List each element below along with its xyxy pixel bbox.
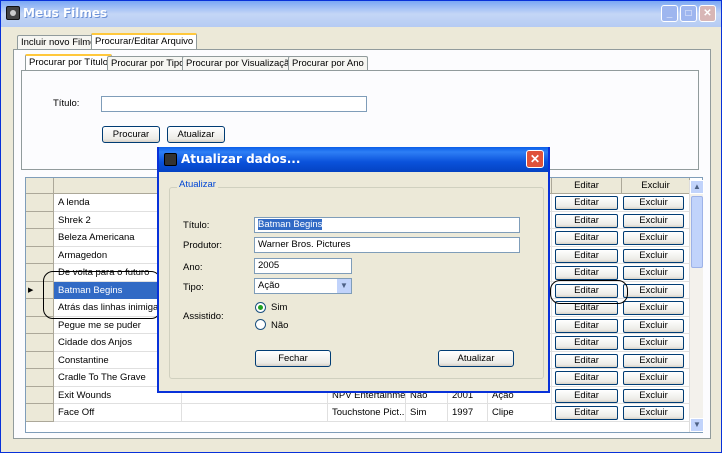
watched-no-label[interactable]: Não (271, 320, 288, 331)
window-title: Meus Filmes (23, 6, 108, 20)
grid-vertical-scrollbar[interactable]: ▲ ▼ (689, 180, 704, 432)
row-header[interactable] (26, 369, 54, 387)
scroll-thumb[interactable] (691, 196, 703, 268)
row-header[interactable] (26, 334, 54, 352)
watched-yes-label[interactable]: Sim (271, 302, 287, 313)
row-header[interactable] (26, 404, 54, 422)
edit-button[interactable]: Editar (555, 353, 618, 368)
dialog-title-label: Título: (183, 220, 210, 231)
dialog-title-value: Batman Begins (258, 219, 323, 230)
edit-button[interactable]: Editar (555, 406, 618, 420)
film-reel-icon (6, 6, 20, 20)
delete-button[interactable]: Excluir (623, 318, 684, 333)
dialog-update-button[interactable]: Atualizar (438, 350, 514, 367)
search-title-label: Título: (53, 98, 80, 109)
group-label: Atualizar (177, 179, 218, 190)
tab-procurar-editar-arquivo[interactable]: Procurar/Editar Arquivo (91, 33, 198, 50)
cell-producer[interactable]: Touchstone Pict... (328, 404, 406, 422)
row-header[interactable] (26, 351, 54, 369)
dialog-close-button[interactable]: ✕ (526, 150, 544, 168)
row-header[interactable] (26, 246, 54, 264)
grid-corner-header (26, 178, 54, 194)
delete-button[interactable]: Excluir (623, 353, 684, 368)
cell-type[interactable]: Clipe (488, 404, 552, 422)
annotation-circle-edit (550, 280, 628, 304)
search-button[interactable]: Procurar (102, 126, 160, 143)
scroll-up-arrow-icon[interactable]: ▲ (690, 180, 704, 194)
chevron-down-icon[interactable]: ▼ (336, 279, 351, 293)
watched-yes-radio[interactable] (255, 302, 266, 313)
watched-no-radio[interactable] (255, 319, 266, 330)
edit-button[interactable]: Editar (555, 371, 618, 385)
edit-button[interactable]: Editar (555, 213, 618, 228)
maximize-button[interactable]: □ (680, 5, 697, 22)
dialog-title-bar[interactable]: Atualizar dados... ✕ (159, 147, 548, 172)
year-input[interactable]: 2005 (254, 258, 352, 274)
delete-button[interactable]: Excluir (623, 406, 684, 420)
update-dialog: Atualizar dados... ✕ Atualizar Título: B… (157, 147, 550, 393)
edit-button[interactable]: Editar (555, 388, 618, 403)
edit-button[interactable]: Editar (555, 231, 618, 245)
table-row[interactable]: Face Off Touchstone Pict... Sim 1997 Clipe Ed… (26, 404, 690, 422)
year-label: Ano: (183, 262, 203, 273)
edit-button[interactable]: Editar (555, 266, 618, 280)
delete-button[interactable]: Excluir (623, 301, 684, 315)
delete-button[interactable]: Excluir (623, 196, 684, 210)
producer-label: Produtor: (183, 240, 223, 251)
tab-procurar-por-ano[interactable]: Procurar por Ano (288, 56, 368, 71)
title-bar[interactable]: Meus Filmes _ □ ✕ (1, 1, 721, 27)
type-label: Tipo: (183, 282, 204, 293)
close-button[interactable]: ✕ (699, 5, 716, 22)
annotation-circle-titles (43, 271, 161, 319)
delete-column-header: Excluir (622, 178, 690, 194)
row-header[interactable] (26, 316, 54, 334)
edit-button[interactable]: Editar (555, 196, 618, 210)
refresh-button[interactable]: Atualizar (167, 126, 225, 143)
search-title-input[interactable] (101, 96, 367, 112)
cell-blank[interactable] (182, 404, 328, 422)
tab-incluir-novo-filme[interactable]: Incluir novo Filme (17, 35, 100, 50)
tab-procurar-por-tipo[interactable]: Procurar por Tipo (107, 56, 189, 71)
row-header[interactable] (26, 229, 54, 247)
dialog-title-input[interactable]: Batman Begins (254, 217, 520, 233)
row-header[interactable] (26, 194, 54, 212)
dialog-title: Atualizar dados... (181, 152, 301, 166)
delete-button[interactable]: Excluir (623, 266, 684, 280)
delete-button[interactable]: Excluir (623, 371, 684, 385)
producer-input[interactable]: Warner Bros. Pictures (254, 237, 520, 253)
tab-procurar-por-titulo[interactable]: Procurar por Título (25, 54, 113, 71)
minimize-button[interactable]: _ (661, 5, 678, 22)
edit-column-header: Editar (552, 178, 622, 194)
cell-watched[interactable]: Sim (406, 404, 448, 422)
scroll-down-arrow-icon[interactable]: ▼ (690, 418, 704, 432)
delete-button[interactable]: Excluir (623, 388, 684, 403)
cell-year[interactable]: 1997 (448, 404, 488, 422)
dialog-close-text-button[interactable]: Fechar (255, 350, 331, 367)
type-select[interactable]: Ação ▼ (254, 278, 352, 294)
delete-button[interactable]: Excluir (623, 336, 684, 350)
delete-button[interactable]: Excluir (623, 248, 684, 263)
row-header[interactable] (26, 386, 54, 404)
edit-button[interactable]: Editar (555, 248, 618, 263)
delete-button[interactable]: Excluir (623, 231, 684, 245)
edit-button[interactable]: Editar (555, 318, 618, 333)
delete-button[interactable]: Excluir (623, 213, 684, 228)
delete-button[interactable]: Excluir (623, 283, 684, 298)
watched-label: Assistido: (183, 311, 224, 322)
cell-title[interactable]: Face Off (54, 404, 182, 422)
row-header[interactable] (26, 211, 54, 229)
tab-procurar-por-visualizacao[interactable]: Procurar por Visualização (182, 56, 299, 71)
edit-button[interactable]: Editar (555, 336, 618, 350)
film-reel-icon (164, 153, 177, 166)
type-value: Ação (258, 280, 280, 291)
